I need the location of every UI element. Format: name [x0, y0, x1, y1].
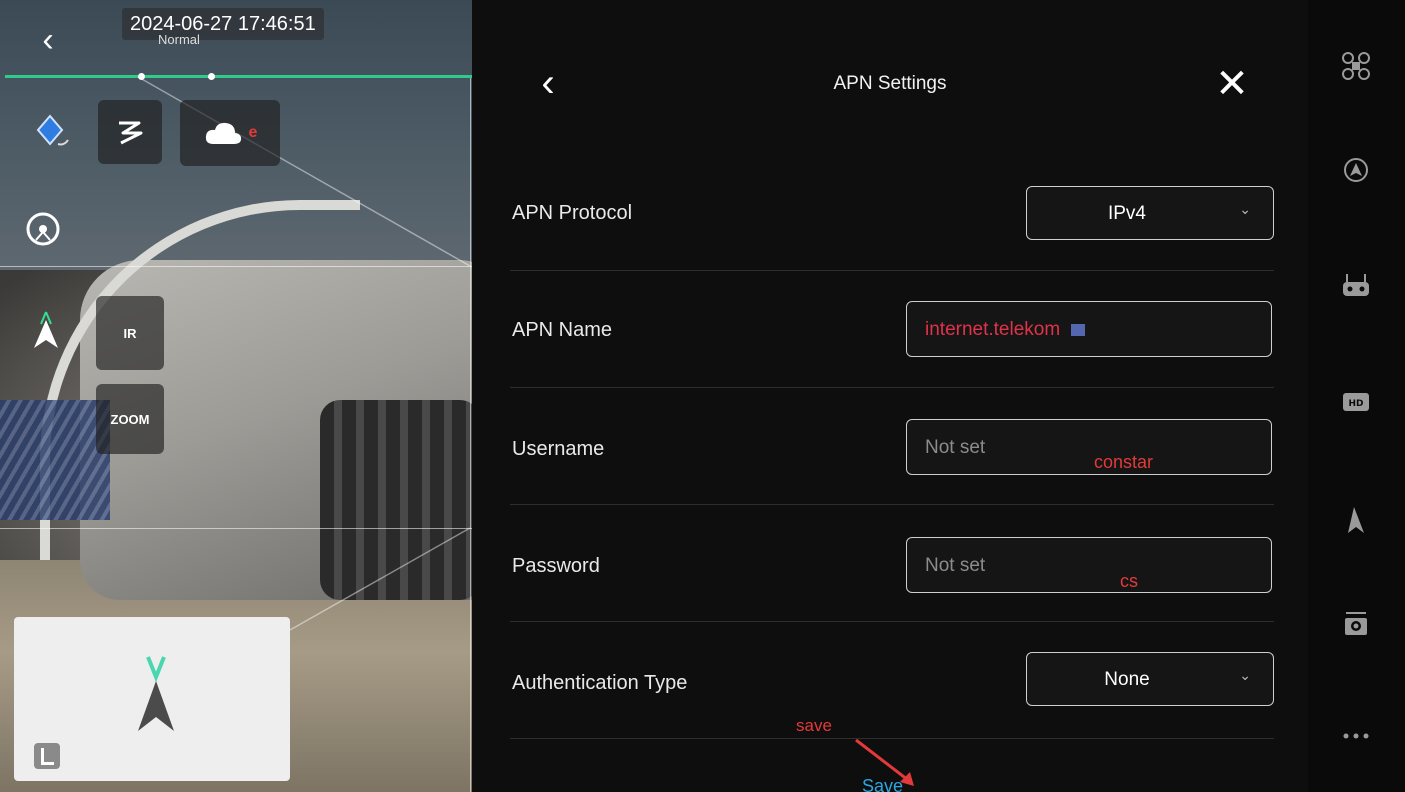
page-title: APN Settings	[833, 73, 947, 94]
row-password: Password Not set cs	[510, 505, 1274, 622]
right-toolbar: HD	[1308, 0, 1405, 792]
apn-protocol-select[interactable]: IPv4 ⌄	[1026, 186, 1274, 240]
hd-icon: HD	[1343, 393, 1369, 411]
authentication-type-value: None	[1104, 669, 1150, 690]
apn-name-value: internet.telekom	[925, 319, 1086, 341]
apn-name-text: internet.telekom	[925, 319, 1061, 340]
chevron-down-icon: ⌄	[1239, 667, 1251, 683]
waypoint-diamond-icon	[36, 114, 69, 146]
map-style-button[interactable]	[1336, 500, 1376, 540]
password-label: Password	[512, 555, 600, 577]
password-placeholder: Not set	[925, 555, 986, 576]
close-icon: ✕	[1215, 62, 1249, 106]
row-username: Username Not set constar	[510, 388, 1274, 505]
zoom-label: ZOOM	[110, 411, 150, 427]
route-button[interactable]	[98, 100, 162, 164]
cloud-icon	[205, 122, 241, 144]
drone-settings-button[interactable]	[1336, 46, 1376, 86]
aircraft-status-button[interactable]	[26, 300, 66, 360]
minimap-aircraft-icon	[138, 656, 174, 731]
flight-mode-label: Normal	[158, 32, 200, 47]
username-annotation: constar	[1094, 452, 1154, 472]
waypoint-button[interactable]	[24, 104, 82, 162]
apn-name-field[interactable]: internet.telekom	[906, 301, 1272, 357]
route-icon	[119, 121, 143, 145]
ir-button[interactable]: IR	[96, 296, 164, 370]
row-authentication-type: Authentication Type None ⌄	[510, 622, 1274, 739]
username-label: Username	[512, 438, 605, 460]
apn-protocol-value: IPv4	[1107, 203, 1147, 224]
password-annotation: cs	[1120, 571, 1138, 591]
username-field[interactable]: Not set	[906, 419, 1272, 475]
authentication-type-label: Authentication Type	[512, 672, 688, 694]
apn-name-label: APN Name	[512, 319, 613, 341]
autopilot-icon	[1344, 158, 1368, 182]
camera-icon	[1345, 612, 1367, 635]
remote-controller-icon	[1343, 274, 1369, 296]
redaction-block	[1071, 323, 1086, 336]
map-style-icon	[1348, 507, 1364, 533]
gimbal-marker-2	[208, 73, 215, 80]
chevron-left-icon: ‹	[42, 20, 54, 59]
close-button[interactable]: ✕	[1210, 62, 1254, 106]
chevron-down-icon: ⌄	[1239, 201, 1251, 217]
remote-controller-button[interactable]	[1336, 266, 1376, 306]
minimap-toggle-button[interactable]	[34, 743, 60, 769]
return-home-icon	[26, 212, 60, 246]
cloud-status-badge: e	[248, 124, 258, 141]
camera-settings-button[interactable]	[1336, 604, 1376, 644]
more-icon	[1343, 733, 1369, 739]
gimbal-progress-bar	[5, 75, 472, 78]
ir-label: IR	[123, 325, 137, 341]
cloud-button[interactable]: e	[180, 100, 280, 166]
row-apn-name: APN Name internet.telekom	[510, 271, 1274, 388]
authentication-type-select[interactable]: None ⌄	[1026, 652, 1274, 706]
save-button[interactable]: Save	[862, 776, 903, 792]
back-button[interactable]: ‹	[30, 18, 66, 62]
apn-protocol-label: APN Protocol	[512, 202, 633, 224]
drone-icon	[1342, 52, 1370, 80]
camera-view: ‹ 2024-06-27 17:46:51 Normal e IR ZOOM	[0, 0, 472, 792]
timestamp: 2024-06-27 17:46:51	[122, 8, 324, 40]
save-annotation: save	[796, 716, 832, 735]
password-field[interactable]: Not set	[906, 537, 1272, 593]
username-placeholder: Not set	[925, 437, 986, 458]
return-home-button[interactable]	[20, 206, 66, 252]
aircraft-arrow-icon	[34, 311, 58, 348]
autopilot-settings-button[interactable]	[1336, 150, 1376, 190]
gimbal-marker-1	[138, 73, 145, 80]
apn-settings-panel: ‹ APN Settings ✕ APN Protocol IPv4 ⌄ APN…	[472, 0, 1308, 792]
zoom-button[interactable]: ZOOM	[96, 384, 164, 454]
video-quality-button[interactable]: HD	[1336, 382, 1376, 422]
svg-text:HD: HD	[1348, 399, 1363, 409]
more-button[interactable]	[1336, 716, 1376, 756]
row-apn-protocol: APN Protocol IPv4 ⌄	[510, 154, 1274, 271]
